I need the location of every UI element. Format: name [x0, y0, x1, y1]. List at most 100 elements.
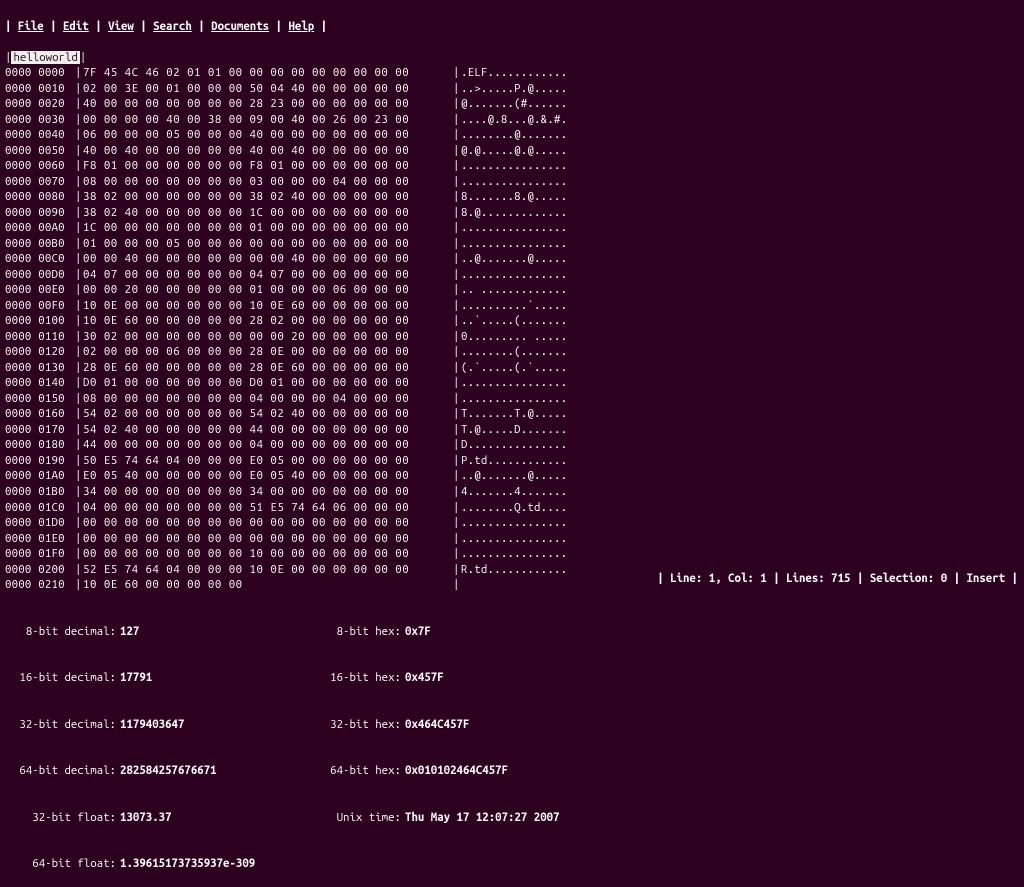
hex-ascii[interactable]: ................ — [461, 174, 567, 190]
hex-ascii[interactable]: ..`.....(....... — [461, 313, 567, 329]
hex-bytes[interactable]: 00 00 00 00 00 00 00 00 10 00 00 00 00 0… — [83, 546, 453, 562]
hex-ascii[interactable]: ..........`..... — [461, 298, 567, 314]
hex-ascii[interactable]: ................ — [461, 375, 567, 391]
hex-ascii[interactable]: ..@.......@..... — [461, 251, 567, 267]
hex-ascii[interactable]: ....@.8...@.&.#. — [461, 112, 567, 128]
hex-bytes[interactable]: 28 0E 60 00 00 00 00 00 28 0E 60 00 00 0… — [83, 360, 453, 376]
hex-bytes[interactable]: 00 00 00 00 00 00 00 00 00 00 00 00 00 0… — [83, 531, 453, 547]
hex-row[interactable]: 0000 01A0|E0 05 40 00 00 00 00 00 E0 05 … — [5, 468, 1019, 484]
hex-row[interactable]: 0000 0150|08 00 00 00 00 00 00 00 04 00 … — [5, 391, 1019, 407]
hex-ascii[interactable]: ........Q.td.... — [461, 500, 567, 516]
hex-row[interactable]: 0000 00D0|04 07 00 00 00 00 00 00 04 07 … — [5, 267, 1019, 283]
hex-bytes[interactable]: 08 00 00 00 00 00 00 00 04 00 00 00 04 0… — [83, 391, 453, 407]
hex-bytes[interactable]: 02 00 00 00 06 00 00 00 28 0E 00 00 00 0… — [83, 344, 453, 360]
hex-row[interactable]: 0000 00B0|01 00 00 00 05 00 00 00 00 00 … — [5, 236, 1019, 252]
hex-bytes[interactable]: D0 01 00 00 00 00 00 00 D0 01 00 00 00 0… — [83, 375, 453, 391]
hex-ascii[interactable]: T.@.....D....... — [461, 422, 567, 438]
hex-row[interactable]: 0000 0050|40 00 40 00 00 00 00 00 40 00 … — [5, 143, 1019, 159]
hex-row[interactable]: 0000 0080|38 02 00 00 00 00 00 00 38 02 … — [5, 189, 1019, 205]
hex-bytes[interactable]: 52 E5 74 64 04 00 00 00 10 0E 00 00 00 0… — [83, 562, 453, 578]
hex-ascii[interactable]: ................ — [461, 546, 567, 562]
tab-active[interactable]: helloworld — [11, 51, 79, 64]
hex-row[interactable]: 0000 01E0|00 00 00 00 00 00 00 00 00 00 … — [5, 531, 1019, 547]
hex-bytes[interactable]: 10 0E 60 00 00 00 00 00 28 02 00 00 00 0… — [83, 313, 453, 329]
hex-bytes[interactable]: 54 02 00 00 00 00 00 00 54 02 40 00 00 0… — [83, 406, 453, 422]
hex-ascii[interactable]: T.......T.@..... — [461, 406, 567, 422]
hex-row[interactable]: 0000 0060|F8 01 00 00 00 00 00 00 F8 01 … — [5, 158, 1019, 174]
hex-row[interactable]: 0000 00E0|00 00 20 00 00 00 00 00 01 00 … — [5, 282, 1019, 298]
hex-row[interactable]: 0000 0140|D0 01 00 00 00 00 00 00 D0 01 … — [5, 375, 1019, 391]
hex-ascii[interactable]: 4.......4....... — [461, 484, 567, 500]
hex-row[interactable]: 0000 0130|28 0E 60 00 00 00 00 00 28 0E … — [5, 360, 1019, 376]
hex-bytes[interactable]: 7F 45 4C 46 02 01 01 00 00 00 00 00 00 0… — [83, 65, 453, 81]
hex-row[interactable]: 0000 01D0|00 00 00 00 00 00 00 00 00 00 … — [5, 515, 1019, 531]
hex-row[interactable]: 0000 0040|06 00 00 00 05 00 00 00 40 00 … — [5, 127, 1019, 143]
hex-ascii[interactable]: ........(....... — [461, 344, 567, 360]
hex-ascii[interactable]: (.`.....(.`..... — [461, 360, 567, 376]
hex-bytes[interactable]: 38 02 40 00 00 00 00 00 1C 00 00 00 00 0… — [83, 205, 453, 221]
hex-bytes[interactable]: 02 00 3E 00 01 00 00 00 50 04 40 00 00 0… — [83, 81, 453, 97]
hex-row[interactable]: 0000 0070|08 00 00 00 00 00 00 00 03 00 … — [5, 174, 1019, 190]
hex-dump[interactable]: 0000 0000|7F 45 4C 46 02 01 01 00 00 00 … — [5, 65, 1019, 593]
hex-row[interactable]: 0000 0170|54 02 40 00 00 00 00 00 44 00 … — [5, 422, 1019, 438]
hex-ascii[interactable]: ................ — [461, 267, 567, 283]
hex-bytes[interactable]: 00 00 20 00 00 00 00 00 01 00 00 00 06 0… — [83, 282, 453, 298]
hex-row[interactable]: 0000 0110|30 02 00 00 00 00 00 00 00 00 … — [5, 329, 1019, 345]
hex-row[interactable]: 0000 0180|44 00 00 00 00 00 00 00 04 00 … — [5, 437, 1019, 453]
hex-row[interactable]: 0000 0160|54 02 00 00 00 00 00 00 54 02 … — [5, 406, 1019, 422]
hex-ascii[interactable]: ................ — [461, 158, 567, 174]
hex-bytes[interactable]: 00 00 40 00 00 00 00 00 00 00 40 00 00 0… — [83, 251, 453, 267]
hex-bytes[interactable]: 50 E5 74 64 04 00 00 00 E0 05 00 00 00 0… — [83, 453, 453, 469]
hex-bytes[interactable]: 40 00 40 00 00 00 00 00 40 00 40 00 00 0… — [83, 143, 453, 159]
hex-ascii[interactable]: ................ — [461, 220, 567, 236]
hex-ascii[interactable]: .ELF............ — [461, 65, 567, 81]
menu-help[interactable]: Help — [288, 20, 314, 33]
hex-ascii[interactable]: P.td............ — [461, 453, 567, 469]
menu-file[interactable]: File — [18, 20, 44, 33]
hex-bytes[interactable]: 00 00 00 00 00 00 00 00 00 00 00 00 00 0… — [83, 515, 453, 531]
hex-row[interactable]: 0000 0020|40 00 00 00 00 00 00 00 28 23 … — [5, 96, 1019, 112]
hex-ascii[interactable]: ........@....... — [461, 127, 567, 143]
hex-row[interactable]: 0000 0190|50 E5 74 64 04 00 00 00 E0 05 … — [5, 453, 1019, 469]
menu-edit[interactable]: Edit — [63, 20, 89, 33]
hex-bytes[interactable]: 38 02 00 00 00 00 00 00 38 02 40 00 00 0… — [83, 189, 453, 205]
hex-row[interactable]: 0000 0030|00 00 00 00 40 00 38 00 09 00 … — [5, 112, 1019, 128]
hex-row[interactable]: 0000 0120|02 00 00 00 06 00 00 00 28 0E … — [5, 344, 1019, 360]
hex-ascii[interactable]: 8.@............. — [461, 205, 567, 221]
menu-search[interactable]: Search — [153, 20, 192, 33]
hex-bytes[interactable]: 40 00 00 00 00 00 00 00 28 23 00 00 00 0… — [83, 96, 453, 112]
hex-row[interactable]: 0000 00C0|00 00 40 00 00 00 00 00 00 00 … — [5, 251, 1019, 267]
hex-ascii[interactable]: ................ — [461, 531, 567, 547]
hex-bytes[interactable]: 10 0E 60 00 00 00 00 00 — [83, 577, 453, 593]
hex-bytes[interactable]: 01 00 00 00 05 00 00 00 00 00 00 00 00 0… — [83, 236, 453, 252]
hex-ascii[interactable]: ................ — [461, 391, 567, 407]
hex-row[interactable]: 0000 00A0|1C 00 00 00 00 00 00 00 01 00 … — [5, 220, 1019, 236]
hex-bytes[interactable]: 04 00 00 00 00 00 00 00 51 E5 74 64 06 0… — [83, 500, 453, 516]
hex-bytes[interactable]: 30 02 00 00 00 00 00 00 00 00 20 00 00 0… — [83, 329, 453, 345]
hex-bytes[interactable]: 54 02 40 00 00 00 00 00 44 00 00 00 00 0… — [83, 422, 453, 438]
hex-ascii[interactable]: D............... — [461, 437, 567, 453]
hex-row[interactable]: 0000 01C0|04 00 00 00 00 00 00 00 51 E5 … — [5, 500, 1019, 516]
hex-row[interactable]: 0000 0100|10 0E 60 00 00 00 00 00 28 02 … — [5, 313, 1019, 329]
hex-bytes[interactable]: E0 05 40 00 00 00 00 00 E0 05 40 00 00 0… — [83, 468, 453, 484]
hex-bytes[interactable]: F8 01 00 00 00 00 00 00 F8 01 00 00 00 0… — [83, 158, 453, 174]
hex-row[interactable]: 0000 00F0|10 0E 00 00 00 00 00 00 10 0E … — [5, 298, 1019, 314]
hex-row[interactable]: 0000 01B0|34 00 00 00 00 00 00 00 34 00 … — [5, 484, 1019, 500]
hex-row[interactable]: 0000 0000|7F 45 4C 46 02 01 01 00 00 00 … — [5, 65, 1019, 81]
hex-bytes[interactable]: 04 07 00 00 00 00 00 00 04 07 00 00 00 0… — [83, 267, 453, 283]
hex-ascii[interactable]: ..>.....P.@..... — [461, 81, 567, 97]
hex-bytes[interactable]: 06 00 00 00 05 00 00 00 40 00 00 00 00 0… — [83, 127, 453, 143]
hex-ascii[interactable]: ................ — [461, 236, 567, 252]
hex-bytes[interactable]: 08 00 00 00 00 00 00 00 03 00 00 00 04 0… — [83, 174, 453, 190]
hex-ascii[interactable]: 8.......8.@..... — [461, 189, 567, 205]
menu-view[interactable]: View — [108, 20, 134, 33]
hex-ascii[interactable]: ..@.......@..... — [461, 468, 567, 484]
hex-bytes[interactable]: 1C 00 00 00 00 00 00 00 01 00 00 00 00 0… — [83, 220, 453, 236]
hex-ascii[interactable]: 0......... ..... — [461, 329, 567, 345]
hex-ascii[interactable]: @.@.....@.@..... — [461, 143, 567, 159]
hex-bytes[interactable]: 34 00 00 00 00 00 00 00 34 00 00 00 00 0… — [83, 484, 453, 500]
hex-ascii[interactable]: ................ — [461, 515, 567, 531]
menu-documents[interactable]: Documents — [211, 20, 269, 33]
hex-bytes[interactable]: 44 00 00 00 00 00 00 00 04 00 00 00 00 0… — [83, 437, 453, 453]
hex-row[interactable]: 0000 0090|38 02 40 00 00 00 00 00 1C 00 … — [5, 205, 1019, 221]
